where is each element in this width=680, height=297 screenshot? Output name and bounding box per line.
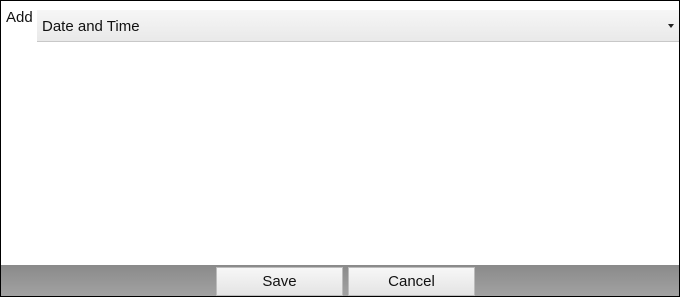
add-type-select[interactable]: Date and Time: [37, 10, 679, 42]
save-button[interactable]: Save: [216, 267, 343, 296]
dialog-content-area: [1, 43, 679, 265]
chevron-down-icon: [668, 24, 674, 28]
cancel-button[interactable]: Cancel: [348, 267, 475, 296]
add-row: Add Date and Time: [1, 1, 679, 42]
selected-value: Date and Time: [42, 18, 140, 35]
dialog-footer: Save Cancel: [1, 265, 679, 296]
add-label: Add: [6, 9, 33, 26]
add-dialog: Add Date and Time Save Cancel: [0, 0, 680, 297]
